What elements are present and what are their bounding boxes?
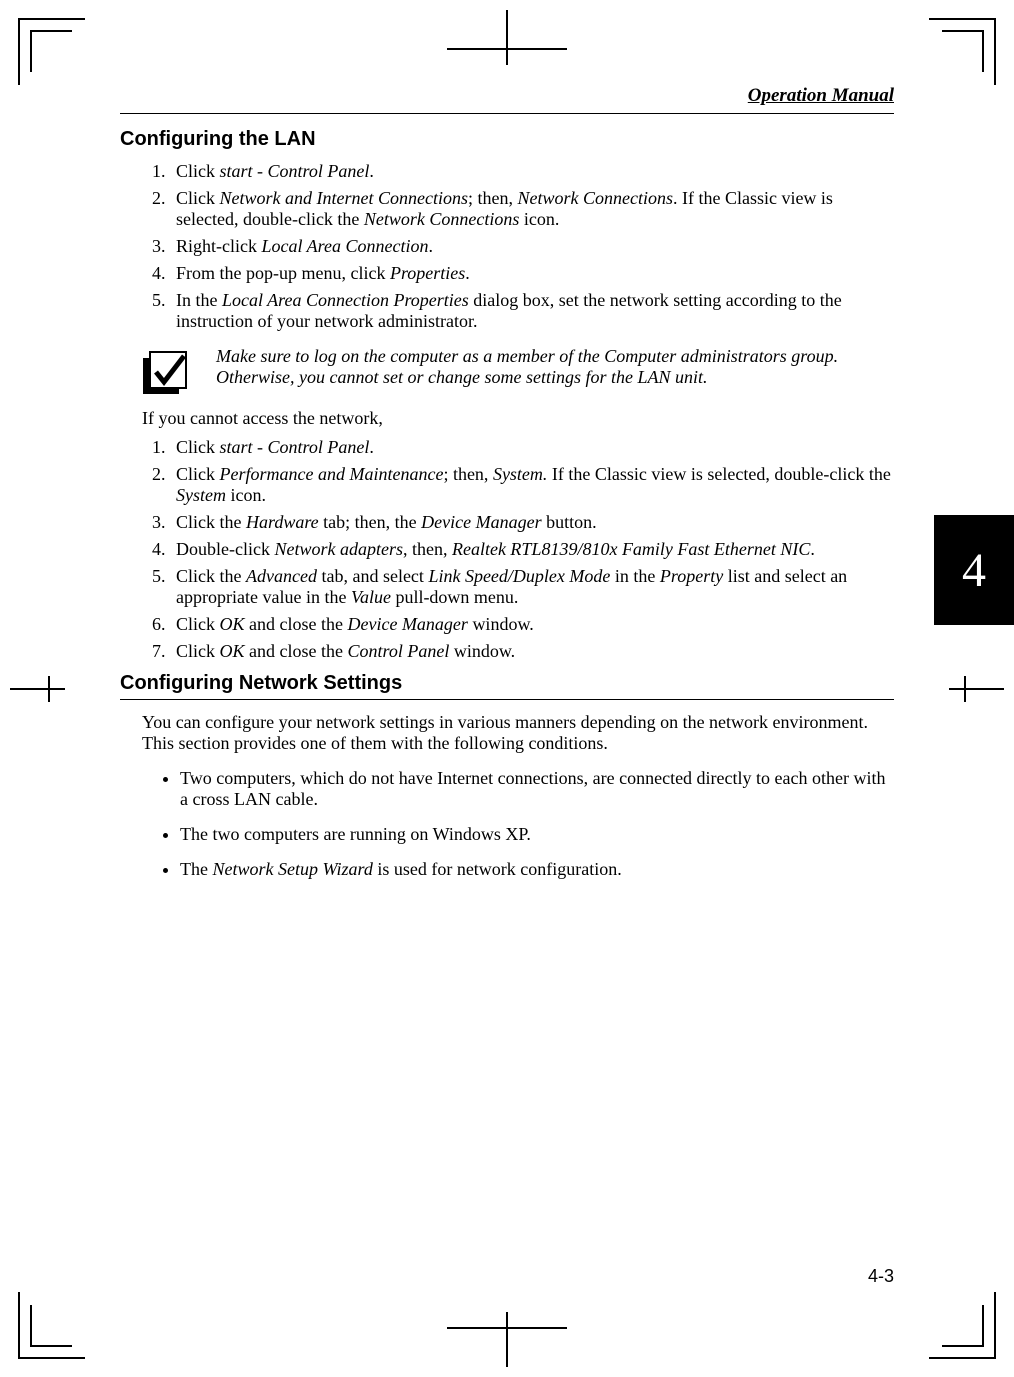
list-item: From the pop-up menu, click Properties.: [170, 263, 894, 284]
text: Right-click: [176, 236, 261, 256]
list-item: The two computers are running on Windows…: [180, 824, 894, 845]
text: Click: [176, 614, 220, 634]
troubleshoot-steps-list: Click start - Control Panel. Click Perfo…: [142, 437, 894, 662]
list-item: Two computers, which do not have Interne…: [180, 768, 894, 810]
text: Network Connections: [517, 188, 673, 208]
text: In the: [176, 290, 222, 310]
text: .: [428, 236, 433, 256]
text: start - Control Panel: [220, 437, 370, 457]
note-callout: Make sure to log on the computer as a me…: [142, 346, 894, 396]
heading-configuring-network-settings: Configuring Network Settings: [120, 672, 894, 700]
list-item: The Network Setup Wizard is used for net…: [180, 859, 894, 880]
text: Device Manager: [421, 512, 541, 532]
text: Click: [176, 641, 220, 661]
text: start - Control Panel: [220, 161, 370, 181]
text: Local Area Connection Properties: [222, 290, 469, 310]
text: Network Connections: [364, 209, 520, 229]
text: System: [176, 485, 226, 505]
text: Hardware: [246, 512, 319, 532]
text: ; then,: [468, 188, 518, 208]
text: .: [369, 437, 374, 457]
text: Network adapters: [274, 539, 403, 559]
text: window.: [449, 641, 515, 661]
text: Click: [176, 161, 220, 181]
text: button.: [542, 512, 597, 532]
page-number: 4-3: [868, 1266, 894, 1287]
list-item: Double-click Network adapters, then, Rea…: [170, 539, 894, 560]
header-rule: [120, 113, 894, 114]
section-intro: You can configure your network settings …: [142, 712, 894, 754]
text: Realtek RTL8139/810x Family Fast Etherne…: [452, 539, 810, 559]
list-item: Click Performance and Maintenance; then,…: [170, 464, 894, 506]
text: Property: [660, 566, 723, 586]
text: and close the: [245, 614, 348, 634]
text: Double-click: [176, 539, 274, 559]
text: If the Classic view is selected, double-…: [547, 464, 890, 484]
list-item: Click OK and close the Device Manager wi…: [170, 614, 894, 635]
text: Click: [176, 188, 220, 208]
text: Network and Internet Connections: [220, 188, 468, 208]
text: Properties: [390, 263, 465, 283]
list-item: Click start - Control Panel.: [170, 437, 894, 458]
text: .: [369, 161, 374, 181]
list-item: Right-click Local Area Connection.: [170, 236, 894, 257]
list-item: Click Network and Internet Connections; …: [170, 188, 894, 230]
text: Network Setup Wizard: [212, 859, 372, 879]
text: OK: [220, 641, 245, 661]
text: .: [465, 263, 470, 283]
text: tab; then, the: [319, 512, 421, 532]
text: Control Panel: [347, 641, 449, 661]
text: Value: [351, 587, 391, 607]
text: icon.: [519, 209, 559, 229]
note-text: Make sure to log on the computer as a me…: [216, 346, 894, 388]
check-note-icon: [142, 350, 188, 396]
text: icon.: [226, 485, 266, 505]
text: is used for network configuration.: [373, 859, 622, 879]
running-head: Operation Manual: [120, 85, 894, 107]
list-item: In the Local Area Connection Properties …: [170, 290, 894, 332]
lan-steps-list: Click start - Control Panel. Click Netwo…: [142, 161, 894, 332]
text: Click the: [176, 566, 246, 586]
page-content: Operation Manual Configuring the LAN Cli…: [120, 85, 894, 1257]
text: Device Manager: [347, 614, 467, 634]
text: Click the: [176, 512, 246, 532]
text: Local Area Connection: [261, 236, 428, 256]
text: OK: [220, 614, 245, 634]
list-item: Click start - Control Panel.: [170, 161, 894, 182]
text: ; then,: [443, 464, 493, 484]
text: pull-down menu.: [391, 587, 519, 607]
text: , then,: [403, 539, 452, 559]
text: The: [180, 859, 212, 879]
heading-configuring-lan: Configuring the LAN: [120, 128, 894, 153]
text: System.: [493, 464, 547, 484]
text: Performance and Maintenance: [220, 464, 444, 484]
text: .: [810, 539, 815, 559]
text: Click: [176, 464, 220, 484]
text: window.: [468, 614, 534, 634]
text: Link Speed/Duplex Mode: [428, 566, 610, 586]
text: Advanced: [246, 566, 317, 586]
list-item: Click the Advanced tab, and select Link …: [170, 566, 894, 608]
text: and close the: [245, 641, 348, 661]
conditions-list: Two computers, which do not have Interne…: [162, 768, 894, 880]
text: tab, and select: [317, 566, 428, 586]
intro-text: If you cannot access the network,: [142, 408, 872, 429]
list-item: Click OK and close the Control Panel win…: [170, 641, 894, 662]
text: in the: [610, 566, 660, 586]
chapter-tab: 4: [934, 515, 1014, 625]
text: Click: [176, 437, 220, 457]
text: From the pop-up menu, click: [176, 263, 390, 283]
list-item: Click the Hardware tab; then, the Device…: [170, 512, 894, 533]
